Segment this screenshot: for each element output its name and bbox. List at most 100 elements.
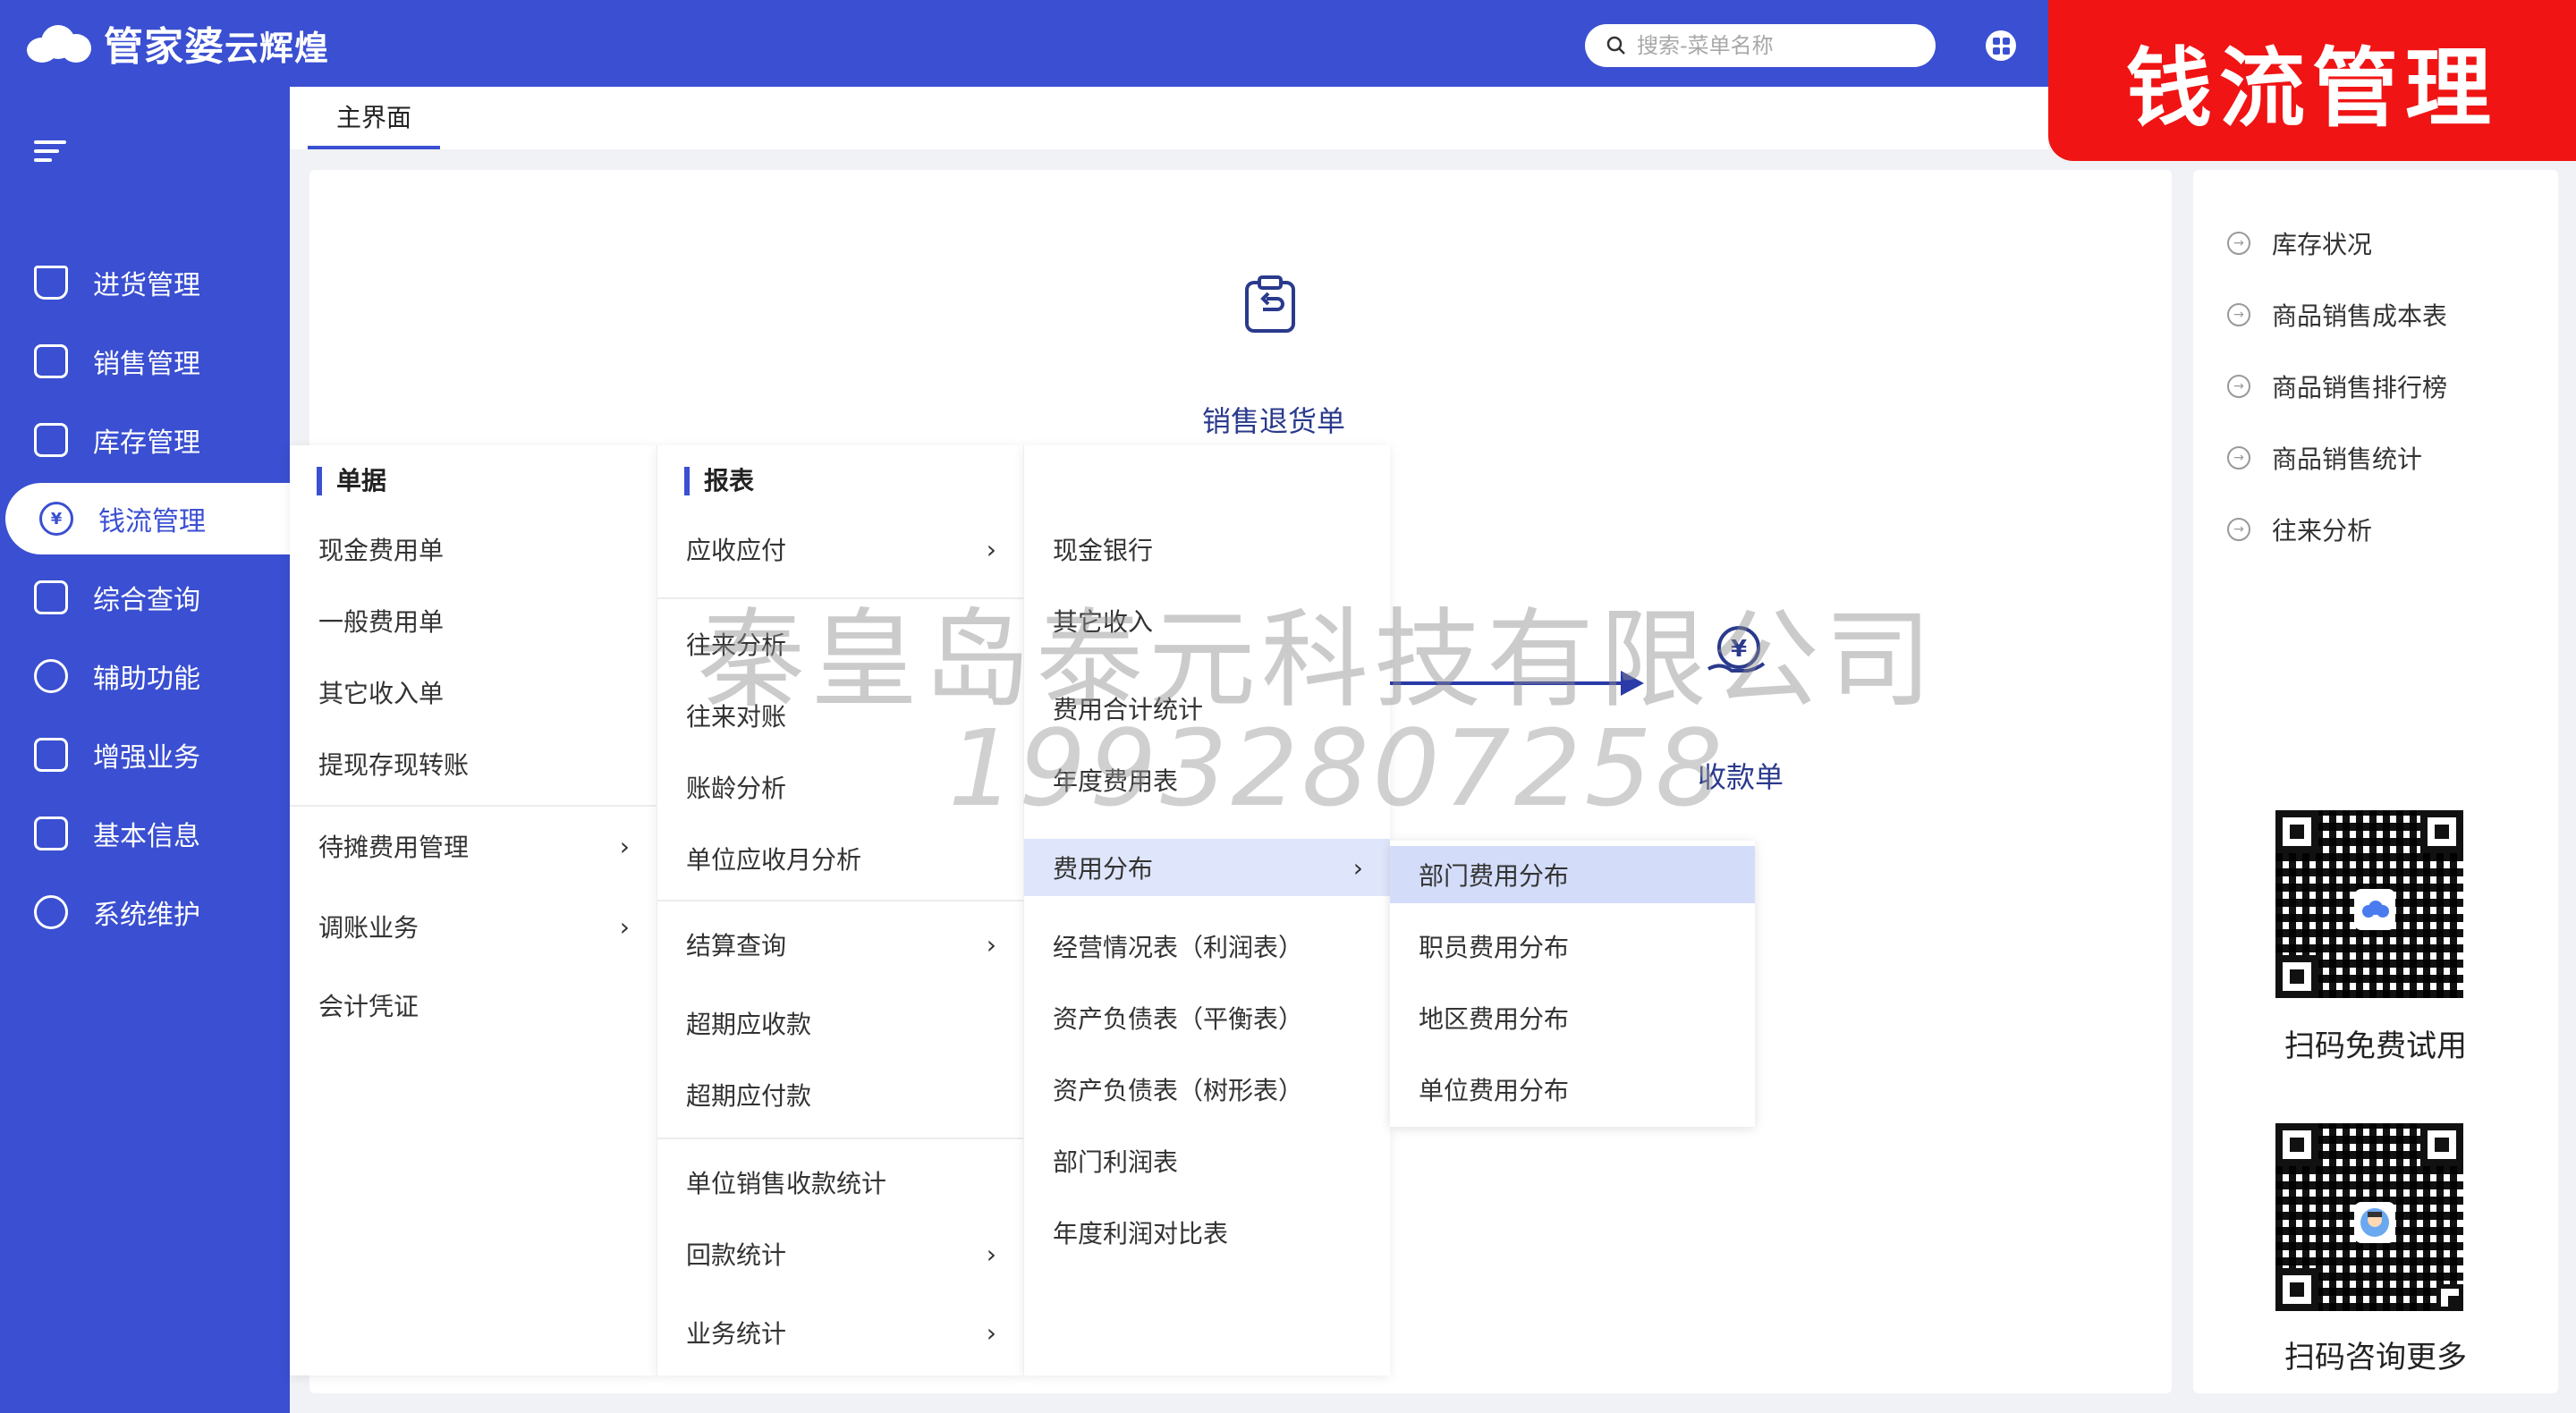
apps-grid-icon[interactable]	[1986, 30, 2016, 61]
chevron-right-icon: ›	[986, 1239, 996, 1269]
menu-item-adjustment[interactable]: 调账业务 ›	[290, 898, 657, 955]
chevron-right-icon: ›	[1352, 852, 1363, 883]
sidebar-item-purchase[interactable]: 进货管理	[0, 247, 290, 318]
sidebar-item-auxiliary[interactable]: 辅助功能	[0, 640, 290, 712]
menu-divider	[657, 1138, 1023, 1139]
sidebar-item-label: 增强业务	[93, 742, 200, 774]
arrow-right-circle-icon: →	[2227, 375, 2250, 398]
menu-item-cash-transfer[interactable]: 提现存现转账	[290, 735, 657, 792]
menu-item-expense-distribution[interactable]: 费用分布 ›	[1024, 839, 1390, 896]
menu-item-balance-sheet-tree[interactable]: 资产负债表（树形表）	[1024, 1061, 1390, 1118]
arrow-right-circle-icon: →	[2227, 303, 2250, 326]
menu-item-overdue-payable[interactable]: 超期应付款	[657, 1066, 1023, 1123]
menu-item-other-income[interactable]: 其它收入单	[290, 664, 657, 721]
menu-divider	[657, 900, 1023, 901]
quick-link-label: 库存状况	[2272, 230, 2373, 259]
menu-item-label: 单位销售收款统计	[686, 1169, 887, 1198]
quick-link-sales-stats[interactable]: → 商品销售统计	[2227, 440, 2422, 476]
sidebar-item-system[interactable]: 系统维护	[0, 876, 290, 948]
arrow-right-circle-icon: →	[2227, 446, 2250, 470]
search-input[interactable]	[1637, 33, 1905, 58]
sidebar-item-inventory[interactable]: 库存管理	[0, 404, 290, 476]
sidebar-item-basic-info[interactable]: 基本信息	[0, 798, 290, 869]
menu-item-general-expense[interactable]: 一般费用单	[290, 592, 657, 649]
menu-item-monthly-receivable[interactable]: 单位应收月分析	[657, 830, 1023, 887]
yen-bag-icon: ¥	[39, 502, 73, 536]
cloud-logo-icon	[27, 23, 91, 63]
quick-link-sales-ranking[interactable]: → 商品销售排行榜	[2227, 368, 2447, 404]
sidebar-item-sales[interactable]: 销售管理	[0, 326, 290, 397]
chevron-right-icon: ›	[986, 929, 996, 960]
cart-icon	[34, 266, 68, 300]
menu-item-payment-collection-stats[interactable]: 回款统计 ›	[657, 1225, 1023, 1282]
search-frame-icon	[34, 580, 68, 614]
menu-item-business-stats[interactable]: 业务统计 ›	[657, 1304, 1023, 1361]
cloud-logo-icon	[2354, 889, 2395, 930]
menu-toggle-icon[interactable]	[34, 140, 66, 167]
menu-item-label: 部门利润表	[1053, 1147, 1179, 1177]
users-icon	[34, 895, 68, 929]
arrow-right-circle-icon: →	[2227, 232, 2250, 255]
chevron-right-icon: ›	[619, 911, 630, 942]
menu-item-unit-expense[interactable]: 单位费用分布	[1390, 1061, 1755, 1118]
menu-item-staff-expense[interactable]: 职员费用分布	[1390, 918, 1755, 975]
menu-item-label: 年度利润对比表	[1053, 1219, 1229, 1248]
quick-link-account-analysis[interactable]: → 往来分析	[2227, 512, 2372, 547]
menu-item-cash-bank[interactable]: 现金银行	[1024, 520, 1390, 578]
menu-item-label: 费用分布	[1053, 854, 1154, 884]
menu-item-dept-expense[interactable]: 部门费用分布	[1390, 846, 1755, 903]
menu-item-label: 调账业务	[318, 913, 419, 943]
sidebar-item-cashflow[interactable]: ¥ 钱流管理	[5, 483, 290, 554]
qr-trial-caption: 扫码免费试用	[2284, 1028, 2467, 1064]
clipboard-return-icon[interactable]	[1243, 275, 1297, 334]
menu-item-label: 现金银行	[1053, 536, 1154, 565]
card-sales-return-label[interactable]: 销售退货单	[1202, 399, 1345, 440]
quick-link-inventory-status[interactable]: → 库存状况	[2227, 225, 2372, 261]
menu-item-sales-collection-stats[interactable]: 单位销售收款统计	[657, 1154, 1023, 1211]
sidebar-item-label: 销售管理	[93, 349, 200, 380]
watermark-company: 秦皇岛泰元科技有限公司	[698, 598, 1937, 723]
menu-item-label: 待摊费用管理	[318, 833, 470, 862]
quick-link-label: 商品销售成本表	[2272, 301, 2448, 331]
menu-item-settlement-query[interactable]: 结算查询 ›	[657, 916, 1023, 973]
menu-item-label: 业务统计	[686, 1319, 787, 1349]
sidebar-item-label: 综合查询	[93, 585, 200, 616]
menu-item-label: 应收应付	[686, 536, 787, 565]
quick-link-cost-table[interactable]: → 商品销售成本表	[2227, 297, 2447, 333]
brand-logo[interactable]: 管家婆云辉煌	[27, 16, 329, 70]
menu-item-label: 职员费用分布	[1419, 933, 1570, 962]
menu-item-annual-profit-compare[interactable]: 年度利润对比表	[1024, 1204, 1390, 1261]
sidebar-item-label: 钱流管理	[98, 506, 206, 537]
sidebar-item-query[interactable]: 综合查询	[0, 562, 290, 633]
sidebar-item-label: 系统维护	[93, 900, 200, 931]
menu-search-box[interactable]	[1585, 24, 1936, 67]
menu-item-label: 资产负债表（平衡表）	[1053, 1004, 1304, 1034]
menu-item-label: 地区费用分布	[1419, 1004, 1570, 1034]
sidebar-item-enhanced[interactable]: 增强业务	[0, 719, 290, 791]
menu-item-label: 部门费用分布	[1419, 861, 1570, 891]
menu-item-receivable-payable[interactable]: 应收应付 ›	[657, 520, 1023, 578]
menu-item-label: 单位费用分布	[1419, 1076, 1570, 1105]
quick-link-label: 商品销售统计	[2272, 444, 2423, 474]
menu-item-label: 账龄分析	[686, 774, 787, 803]
menu-item-region-expense[interactable]: 地区费用分布	[1390, 989, 1755, 1046]
menu-item-label: 回款统计	[686, 1240, 787, 1270]
menu-item-dept-profit[interactable]: 部门利润表	[1024, 1132, 1390, 1189]
menu-item-overdue-receivable[interactable]: 超期应收款	[657, 994, 1023, 1052]
qr-consult-caption: 扫码咨询更多	[2284, 1340, 2467, 1375]
brand-name: 管家婆云辉煌	[104, 24, 330, 70]
tab-home[interactable]: 主界面	[308, 87, 441, 149]
menu-item-balance-sheet[interactable]: 资产负债表（平衡表）	[1024, 989, 1390, 1046]
qr-code-consult	[2270, 1118, 2469, 1316]
watermark-phone: 19932807258	[948, 706, 1726, 830]
menu-item-label: 经营情况表（利润表）	[1053, 933, 1304, 962]
menu-item-income-statement[interactable]: 经营情况表（利润表）	[1024, 918, 1390, 975]
menu-item-amortization[interactable]: 待摊费用管理 ›	[290, 817, 657, 875]
menu-item-label: 超期应付款	[686, 1081, 812, 1111]
menu-item-label: 一般费用单	[318, 607, 445, 637]
menu-item-cash-expense[interactable]: 现金费用单	[290, 520, 657, 578]
module-title-badge: 钱流管理	[2048, 0, 2576, 161]
list-icon	[34, 738, 68, 772]
menu-item-voucher[interactable]: 会计凭证	[290, 977, 657, 1034]
box-icon	[34, 423, 68, 457]
